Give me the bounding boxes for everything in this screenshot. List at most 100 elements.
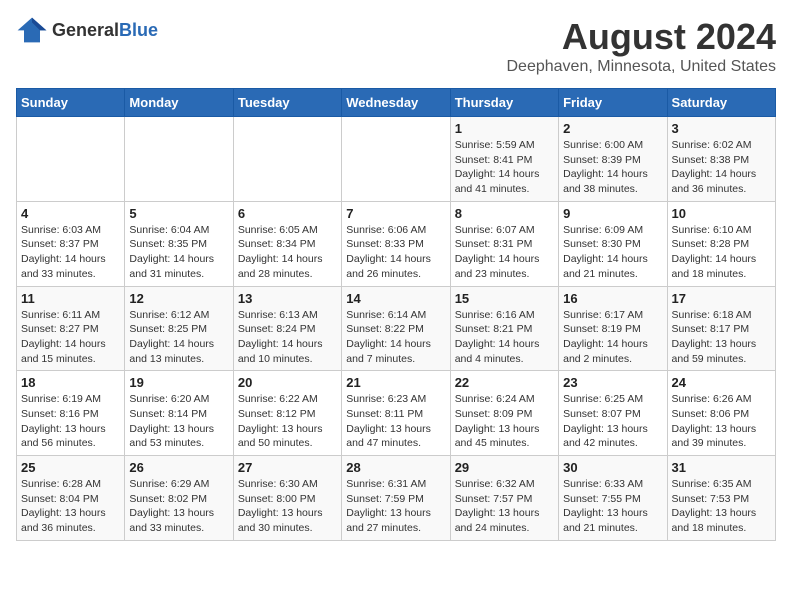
- day-number: 21: [346, 375, 445, 390]
- calendar-week-4: 18 Sunrise: 6:19 AM Sunset: 8:16 PM Dayli…: [17, 371, 776, 456]
- calendar-cell: 12Sunrise: 6:12 AM Sunset: 8:25 PM Dayli…: [125, 286, 233, 371]
- day-info: Sunrise: 6:31 AM Sunset: 7:59 PM Dayligh…: [346, 477, 445, 536]
- logo-general: General: [52, 20, 119, 40]
- calendar-cell: 8 Sunrise: 6:07 AM Sunset: 8:31 PM Daylig…: [450, 201, 558, 286]
- day-info: Sunrise: 6:02 AM Sunset: 8:38 PM Dayligh…: [672, 138, 771, 197]
- day-info: Sunrise: 6:19 AM Sunset: 8:16 PM Dayligh…: [21, 392, 120, 451]
- day-number: 19: [129, 375, 228, 390]
- day-number: 22: [455, 375, 554, 390]
- calendar-cell: 6 Sunrise: 6:05 AM Sunset: 8:34 PM Daylig…: [233, 201, 341, 286]
- day-number: 31: [672, 460, 771, 475]
- day-number: 18: [21, 375, 120, 390]
- calendar-cell: 20 Sunrise: 6:22 AM Sunset: 8:12 PM Dayli…: [233, 371, 341, 456]
- calendar-cell: 2 Sunrise: 6:00 AM Sunset: 8:39 PM Daylig…: [559, 117, 667, 202]
- day-info: Sunrise: 6:30 AM Sunset: 8:00 PM Dayligh…: [238, 477, 337, 536]
- calendar-cell: 28 Sunrise: 6:31 AM Sunset: 7:59 PM Dayli…: [342, 456, 450, 541]
- day-info: Sunrise: 6:22 AM Sunset: 8:12 PM Dayligh…: [238, 392, 337, 451]
- day-info: Sunrise: 6:33 AM Sunset: 7:55 PM Dayligh…: [563, 477, 662, 536]
- header-row: Sunday Monday Tuesday Wednesday Thursday…: [17, 89, 776, 117]
- calendar-cell: 27 Sunrise: 6:30 AM Sunset: 8:00 PM Dayli…: [233, 456, 341, 541]
- day-info: Sunrise: 6:10 AM Sunset: 8:28 PM Dayligh…: [672, 223, 771, 282]
- day-number: 20: [238, 375, 337, 390]
- day-info: Sunrise: 6:13 AM Sunset: 8:24 PM Dayligh…: [238, 308, 337, 367]
- calendar-cell: [342, 117, 450, 202]
- title-area: August 2024 Deephaven, Minnesota, United…: [507, 16, 777, 76]
- calendar-cell: 24Sunrise: 6:26 AM Sunset: 8:06 PM Dayli…: [667, 371, 775, 456]
- calendar-cell: 18 Sunrise: 6:19 AM Sunset: 8:16 PM Dayli…: [17, 371, 125, 456]
- day-number: 23: [563, 375, 662, 390]
- day-info: Sunrise: 6:32 AM Sunset: 7:57 PM Dayligh…: [455, 477, 554, 536]
- calendar-cell: [17, 117, 125, 202]
- logo-icon: [16, 16, 48, 44]
- day-number: 9: [563, 206, 662, 221]
- day-number: 28: [346, 460, 445, 475]
- day-number: 29: [455, 460, 554, 475]
- col-monday: Monday: [125, 89, 233, 117]
- day-number: 5: [129, 206, 228, 221]
- calendar-cell: 17 Sunrise: 6:18 AM Sunset: 8:17 PM Dayli…: [667, 286, 775, 371]
- calendar-cell: [125, 117, 233, 202]
- day-info: Sunrise: 6:26 AM Sunset: 8:06 PM Dayligh…: [672, 392, 771, 451]
- header: GeneralBlue August 2024 Deephaven, Minne…: [16, 16, 776, 76]
- calendar-cell: 26Sunrise: 6:29 AM Sunset: 8:02 PM Dayli…: [125, 456, 233, 541]
- day-info: Sunrise: 6:07 AM Sunset: 8:31 PM Dayligh…: [455, 223, 554, 282]
- day-info: Sunrise: 6:00 AM Sunset: 8:39 PM Dayligh…: [563, 138, 662, 197]
- day-number: 2: [563, 121, 662, 136]
- day-info: Sunrise: 6:29 AM Sunset: 8:02 PM Dayligh…: [129, 477, 228, 536]
- day-info: Sunrise: 6:35 AM Sunset: 7:53 PM Dayligh…: [672, 477, 771, 536]
- day-info: Sunrise: 6:12 AM Sunset: 8:25 PM Dayligh…: [129, 308, 228, 367]
- day-number: 15: [455, 291, 554, 306]
- calendar-cell: 4 Sunrise: 6:03 AM Sunset: 8:37 PM Daylig…: [17, 201, 125, 286]
- subtitle: Deephaven, Minnesota, United States: [507, 58, 777, 76]
- day-info: Sunrise: 5:59 AM Sunset: 8:41 PM Dayligh…: [455, 138, 554, 197]
- day-number: 4: [21, 206, 120, 221]
- day-info: Sunrise: 6:25 AM Sunset: 8:07 PM Dayligh…: [563, 392, 662, 451]
- col-saturday: Saturday: [667, 89, 775, 117]
- calendar-week-1: 1Sunrise: 5:59 AM Sunset: 8:41 PM Daylig…: [17, 117, 776, 202]
- day-number: 16: [563, 291, 662, 306]
- day-info: Sunrise: 6:06 AM Sunset: 8:33 PM Dayligh…: [346, 223, 445, 282]
- calendar-cell: 14 Sunrise: 6:14 AM Sunset: 8:22 PM Dayli…: [342, 286, 450, 371]
- calendar-cell: 31 Sunrise: 6:35 AM Sunset: 7:53 PM Dayli…: [667, 456, 775, 541]
- calendar-cell: 1Sunrise: 5:59 AM Sunset: 8:41 PM Daylig…: [450, 117, 558, 202]
- day-info: Sunrise: 6:18 AM Sunset: 8:17 PM Dayligh…: [672, 308, 771, 367]
- calendar-cell: 3 Sunrise: 6:02 AM Sunset: 8:38 PM Daylig…: [667, 117, 775, 202]
- day-info: Sunrise: 6:14 AM Sunset: 8:22 PM Dayligh…: [346, 308, 445, 367]
- day-number: 13: [238, 291, 337, 306]
- calendar-cell: [233, 117, 341, 202]
- day-info: Sunrise: 6:09 AM Sunset: 8:30 PM Dayligh…: [563, 223, 662, 282]
- day-number: 6: [238, 206, 337, 221]
- calendar-cell: 11Sunrise: 6:11 AM Sunset: 8:27 PM Dayli…: [17, 286, 125, 371]
- day-number: 27: [238, 460, 337, 475]
- calendar-week-2: 4 Sunrise: 6:03 AM Sunset: 8:37 PM Daylig…: [17, 201, 776, 286]
- day-info: Sunrise: 6:04 AM Sunset: 8:35 PM Dayligh…: [129, 223, 228, 282]
- calendar-cell: 30 Sunrise: 6:33 AM Sunset: 7:55 PM Dayli…: [559, 456, 667, 541]
- calendar-cell: 23 Sunrise: 6:25 AM Sunset: 8:07 PM Dayli…: [559, 371, 667, 456]
- day-number: 30: [563, 460, 662, 475]
- calendar-cell: 13 Sunrise: 6:13 AM Sunset: 8:24 PM Dayli…: [233, 286, 341, 371]
- day-number: 3: [672, 121, 771, 136]
- day-number: 17: [672, 291, 771, 306]
- day-number: 7: [346, 206, 445, 221]
- main-title: August 2024: [507, 16, 777, 58]
- col-wednesday: Wednesday: [342, 89, 450, 117]
- calendar-cell: 25Sunrise: 6:28 AM Sunset: 8:04 PM Dayli…: [17, 456, 125, 541]
- day-info: Sunrise: 6:11 AM Sunset: 8:27 PM Dayligh…: [21, 308, 120, 367]
- calendar-cell: 29 Sunrise: 6:32 AM Sunset: 7:57 PM Dayli…: [450, 456, 558, 541]
- calendar-week-5: 25Sunrise: 6:28 AM Sunset: 8:04 PM Dayli…: [17, 456, 776, 541]
- calendar-cell: 9 Sunrise: 6:09 AM Sunset: 8:30 PM Daylig…: [559, 201, 667, 286]
- day-info: Sunrise: 6:17 AM Sunset: 8:19 PM Dayligh…: [563, 308, 662, 367]
- day-number: 14: [346, 291, 445, 306]
- day-info: Sunrise: 6:20 AM Sunset: 8:14 PM Dayligh…: [129, 392, 228, 451]
- col-friday: Friday: [559, 89, 667, 117]
- day-number: 25: [21, 460, 120, 475]
- calendar-cell: 21Sunrise: 6:23 AM Sunset: 8:11 PM Dayli…: [342, 371, 450, 456]
- calendar-cell: 19 Sunrise: 6:20 AM Sunset: 8:14 PM Dayli…: [125, 371, 233, 456]
- col-thursday: Thursday: [450, 89, 558, 117]
- calendar-cell: 10Sunrise: 6:10 AM Sunset: 8:28 PM Dayli…: [667, 201, 775, 286]
- calendar-table: Sunday Monday Tuesday Wednesday Thursday…: [16, 88, 776, 541]
- day-info: Sunrise: 6:05 AM Sunset: 8:34 PM Dayligh…: [238, 223, 337, 282]
- day-number: 8: [455, 206, 554, 221]
- day-info: Sunrise: 6:16 AM Sunset: 8:21 PM Dayligh…: [455, 308, 554, 367]
- day-info: Sunrise: 6:03 AM Sunset: 8:37 PM Dayligh…: [21, 223, 120, 282]
